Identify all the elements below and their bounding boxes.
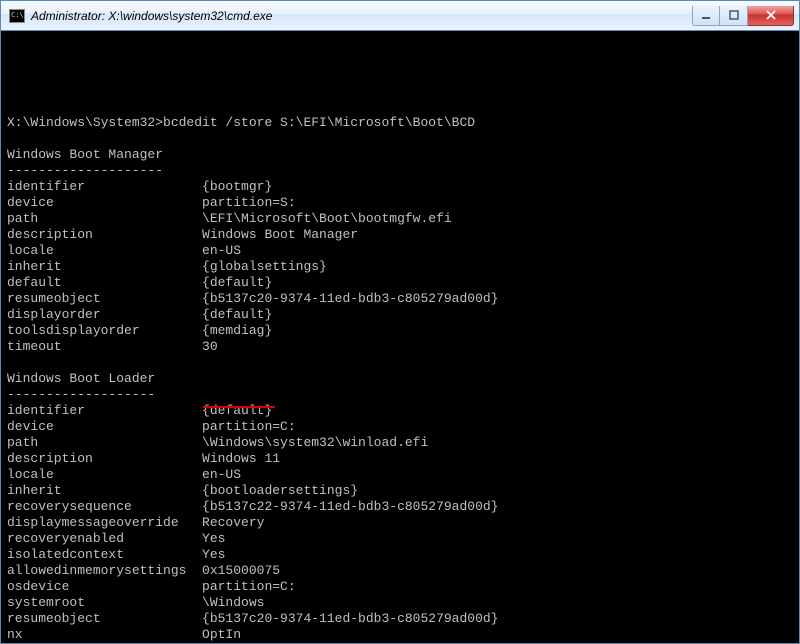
terminal-line: Windows Boot Manager xyxy=(7,147,793,163)
terminal-line xyxy=(7,131,793,147)
terminal-line: inherit{globalsettings} xyxy=(7,259,793,275)
titlebar[interactable]: Administrator: X:\windows\system32\cmd.e… xyxy=(1,1,799,31)
highlight-default xyxy=(203,406,275,408)
window-controls xyxy=(692,6,794,26)
terminal-output[interactable]: X:\Windows\System32>bcdedit /store S:\EF… xyxy=(1,31,799,643)
maximize-button[interactable] xyxy=(720,6,748,26)
terminal-line: resumeobject{b5137c20-9374-11ed-bdb3-c80… xyxy=(7,291,793,307)
terminal-line: localeen-US xyxy=(7,467,793,483)
terminal-line: devicepartition=C: xyxy=(7,419,793,435)
terminal-line: displaymessageoverrideRecovery xyxy=(7,515,793,531)
terminal-line: localeen-US xyxy=(7,243,793,259)
terminal-line: timeout30 xyxy=(7,339,793,355)
terminal-line: allowedinmemorysettings0x15000075 xyxy=(7,563,793,579)
terminal-line: displayorder{default} xyxy=(7,307,793,323)
terminal-line: systemroot\Windows xyxy=(7,595,793,611)
terminal-line: inherit{bootloadersettings} xyxy=(7,483,793,499)
terminal-line: ------------------- xyxy=(7,387,793,403)
terminal-line: path\EFI\Microsoft\Boot\bootmgfw.efi xyxy=(7,211,793,227)
terminal-line: recoveryenabledYes xyxy=(7,531,793,547)
terminal-line: X:\Windows\System32>bcdedit /store S:\EF… xyxy=(7,115,793,131)
minimize-button[interactable] xyxy=(692,6,720,26)
terminal-line: -------------------- xyxy=(7,163,793,179)
terminal-line xyxy=(7,355,793,371)
terminal-line: resumeobject{b5137c20-9374-11ed-bdb3-c80… xyxy=(7,611,793,627)
window-title: Administrator: X:\windows\system32\cmd.e… xyxy=(31,9,692,23)
terminal-line: identifier{default} xyxy=(7,403,793,419)
terminal-line: nxOptIn xyxy=(7,627,793,643)
terminal-line: toolsdisplayorder{memdiag} xyxy=(7,323,793,339)
terminal-line: identifier{bootmgr} xyxy=(7,179,793,195)
terminal-line: path\Windows\system32\winload.efi xyxy=(7,435,793,451)
terminal-line: descriptionWindows Boot Manager xyxy=(7,227,793,243)
terminal-line: Windows Boot Loader xyxy=(7,371,793,387)
terminal-line: devicepartition=S: xyxy=(7,195,793,211)
terminal-line: osdevicepartition=C: xyxy=(7,579,793,595)
terminal-line: descriptionWindows 11 xyxy=(7,451,793,467)
terminal-line: recoverysequence{b5137c22-9374-11ed-bdb3… xyxy=(7,499,793,515)
cmd-icon xyxy=(9,9,25,23)
close-button[interactable] xyxy=(748,6,794,26)
cmd-window: Administrator: X:\windows\system32\cmd.e… xyxy=(0,0,800,644)
terminal-line: isolatedcontextYes xyxy=(7,547,793,563)
terminal-line: default{default} xyxy=(7,275,793,291)
